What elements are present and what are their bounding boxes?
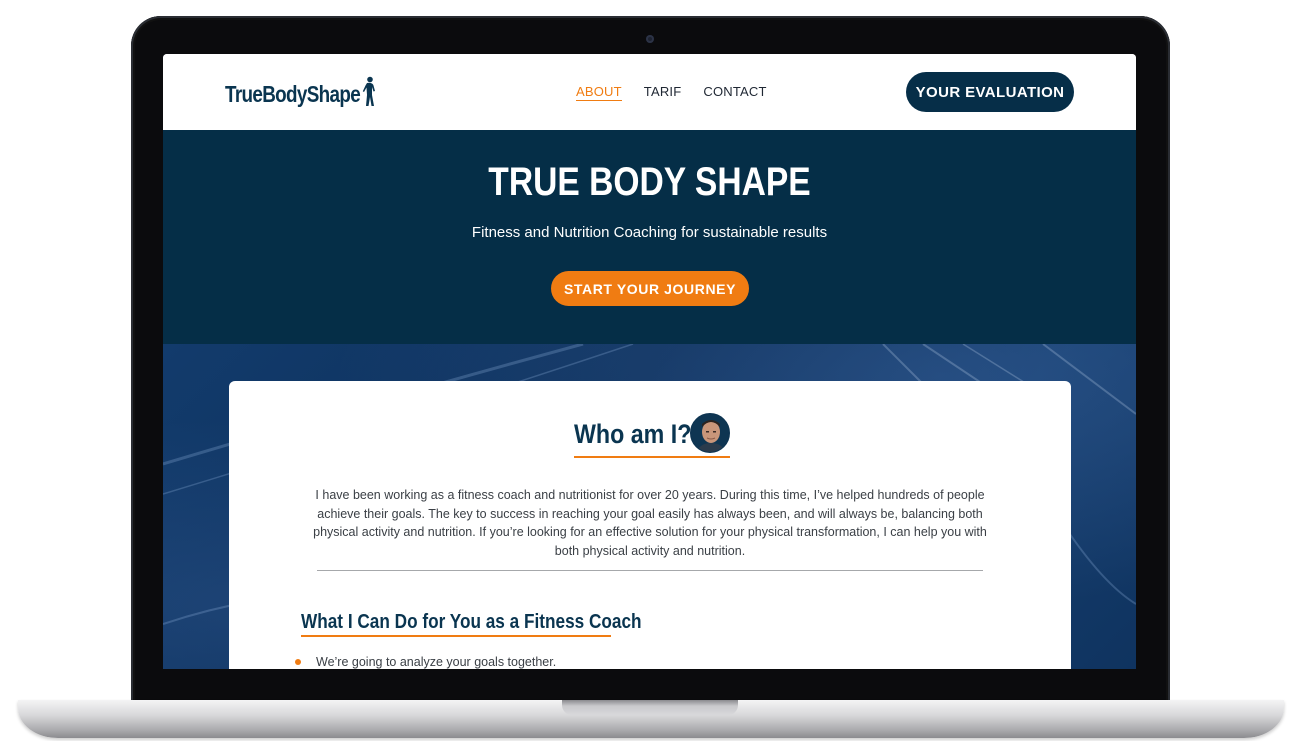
about-bio-text: I have been working as a fitness coach a… [313,488,987,559]
your-evaluation-button[interactable]: YOUR EVALUATION [906,72,1074,112]
logo-wordmark: TrueBodyShape [225,81,361,107]
orange-dot-icon [295,659,301,665]
site-logo[interactable]: TrueBodyShape [225,76,377,108]
silhouette-figure-icon [362,76,375,106]
section-divider [317,570,983,571]
coach-avatar [690,413,730,453]
site-header: TrueBodyShape ABOUT TARIF CONTACT YOUR E… [163,54,1136,130]
services-heading-text: What I Can Do for You as a Fitness Coach [301,611,642,633]
main-nav: ABOUT TARIF CONTACT [576,84,767,101]
list-item: We’re going to analyze your goals togeth… [295,655,556,669]
laptop-hinge-notch [562,700,738,715]
nav-link-contact[interactable]: CONTACT [703,84,766,101]
about-card: Who am I? I have been working as a fitne… [229,381,1071,669]
services-heading: What I Can Do for You as a Fitness Coach [301,611,642,637]
hero-section: TRUE BODY SHAPE Fitness and Nutrition Co… [163,130,1136,344]
nav-link-tarif[interactable]: TARIF [644,84,682,101]
start-journey-button[interactable]: START YOUR JOURNEY [551,271,749,306]
list-item-text: We’re going to analyze your goals togeth… [316,655,557,669]
laptop-screen: TrueBodyShape ABOUT TARIF CONTACT YOUR E… [163,54,1136,669]
about-section: Who am I? I have been working as a fitne… [163,344,1136,669]
hero-title: TRUE BODY SHAPE [488,160,811,204]
nav-link-about[interactable]: ABOUT [576,84,622,101]
hero-subtitle: Fitness and Nutrition Coaching for susta… [471,224,828,241]
coach-portrait-icon [691,414,729,452]
who-am-i-title: Who am I? [574,418,692,449]
who-am-i-heading: Who am I? [574,413,730,458]
webcam-icon [646,35,654,43]
